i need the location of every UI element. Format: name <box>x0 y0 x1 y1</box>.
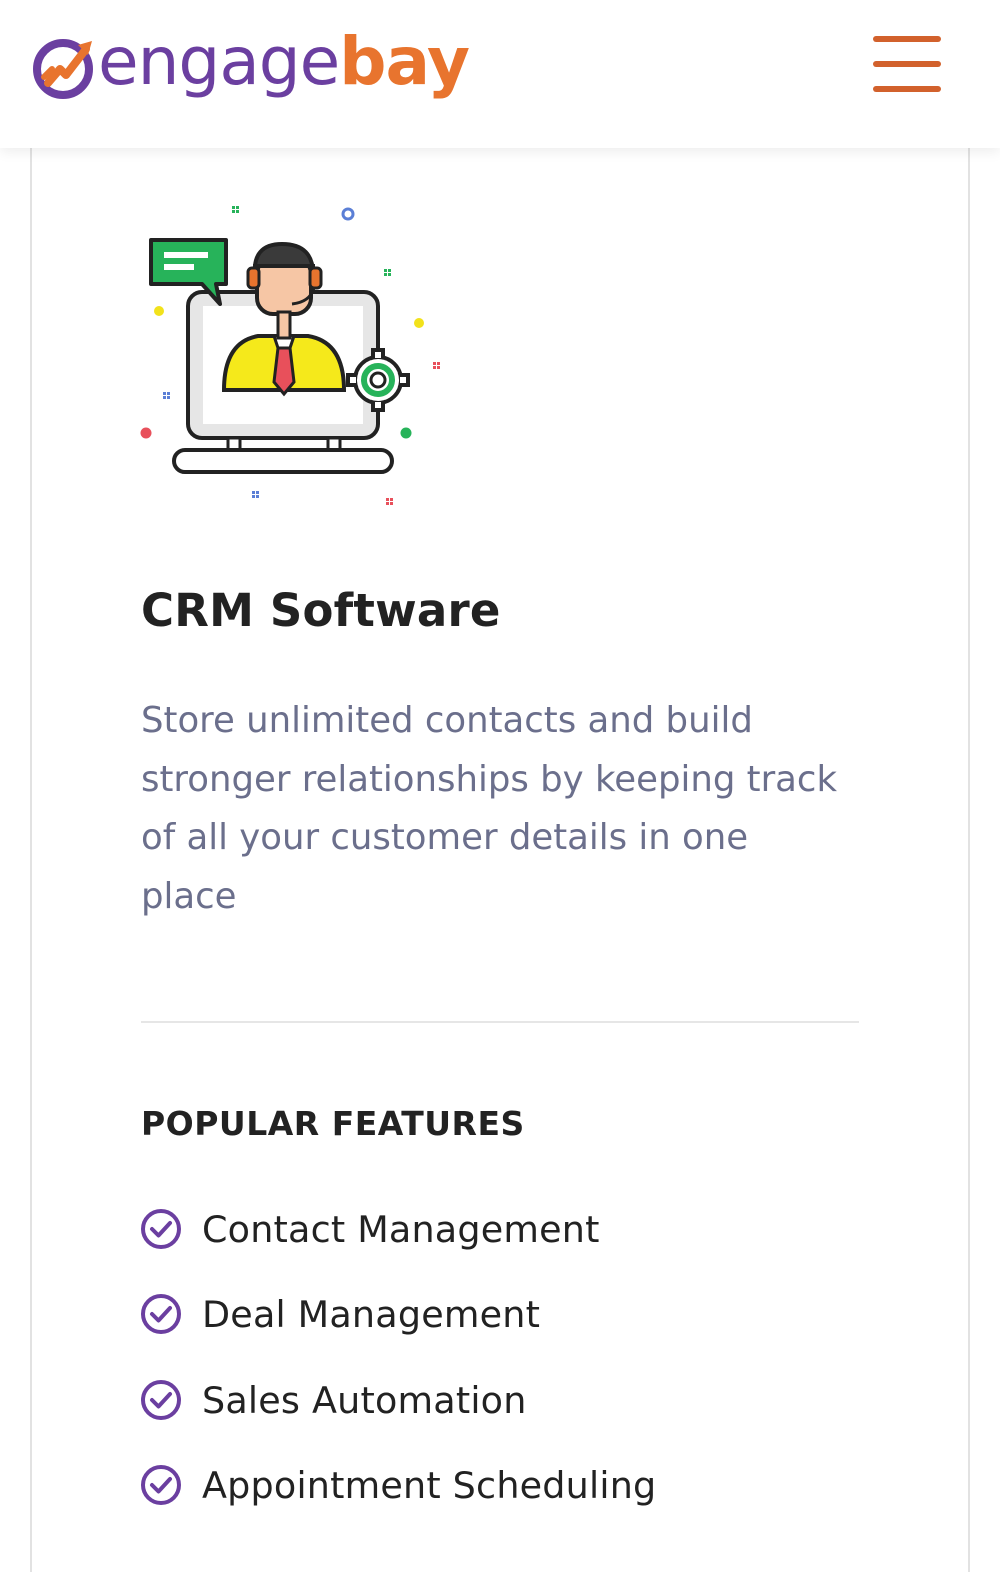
feature-label: Appointment Scheduling <box>202 1463 657 1507</box>
crm-support-agent-laptop-illustration <box>140 206 440 505</box>
logo-text-bay: bay <box>339 23 470 100</box>
feature-label: Deal Management <box>202 1292 541 1336</box>
logo-wordmark: engagebay <box>98 29 470 95</box>
card-divider <box>141 1021 859 1023</box>
popular-features-heading: POPULAR FEATURES <box>141 1104 525 1143</box>
hamburger-menu-icon[interactable] <box>866 30 946 98</box>
menu-bar-middle <box>873 61 941 67</box>
feature-item-appointment-scheduling[interactable]: Appointment Scheduling <box>139 1462 656 1508</box>
logo-mark-icon <box>33 39 93 99</box>
feature-item-contact-management[interactable]: Contact Management <box>139 1206 600 1252</box>
check-circle-icon <box>141 1380 181 1420</box>
site-header: engagebay <box>0 0 1000 148</box>
logo-text-engage: engage <box>98 23 340 100</box>
card-title: CRM Software <box>141 584 501 637</box>
menu-bar-top <box>873 36 941 42</box>
check-circle-icon <box>141 1294 181 1334</box>
feature-item-deal-management[interactable]: Deal Management <box>139 1291 540 1337</box>
card-description: Store unlimited contacts and build stron… <box>141 700 838 917</box>
feature-label: Sales Automation <box>202 1378 527 1422</box>
feature-item-sales-automation[interactable]: Sales Automation <box>139 1377 527 1423</box>
check-circle-icon <box>141 1465 181 1505</box>
menu-bar-bottom <box>873 86 941 92</box>
check-circle-icon <box>141 1209 181 1249</box>
feature-label: Contact Management <box>202 1207 600 1251</box>
engagebay-logo[interactable]: engagebay <box>30 26 470 106</box>
